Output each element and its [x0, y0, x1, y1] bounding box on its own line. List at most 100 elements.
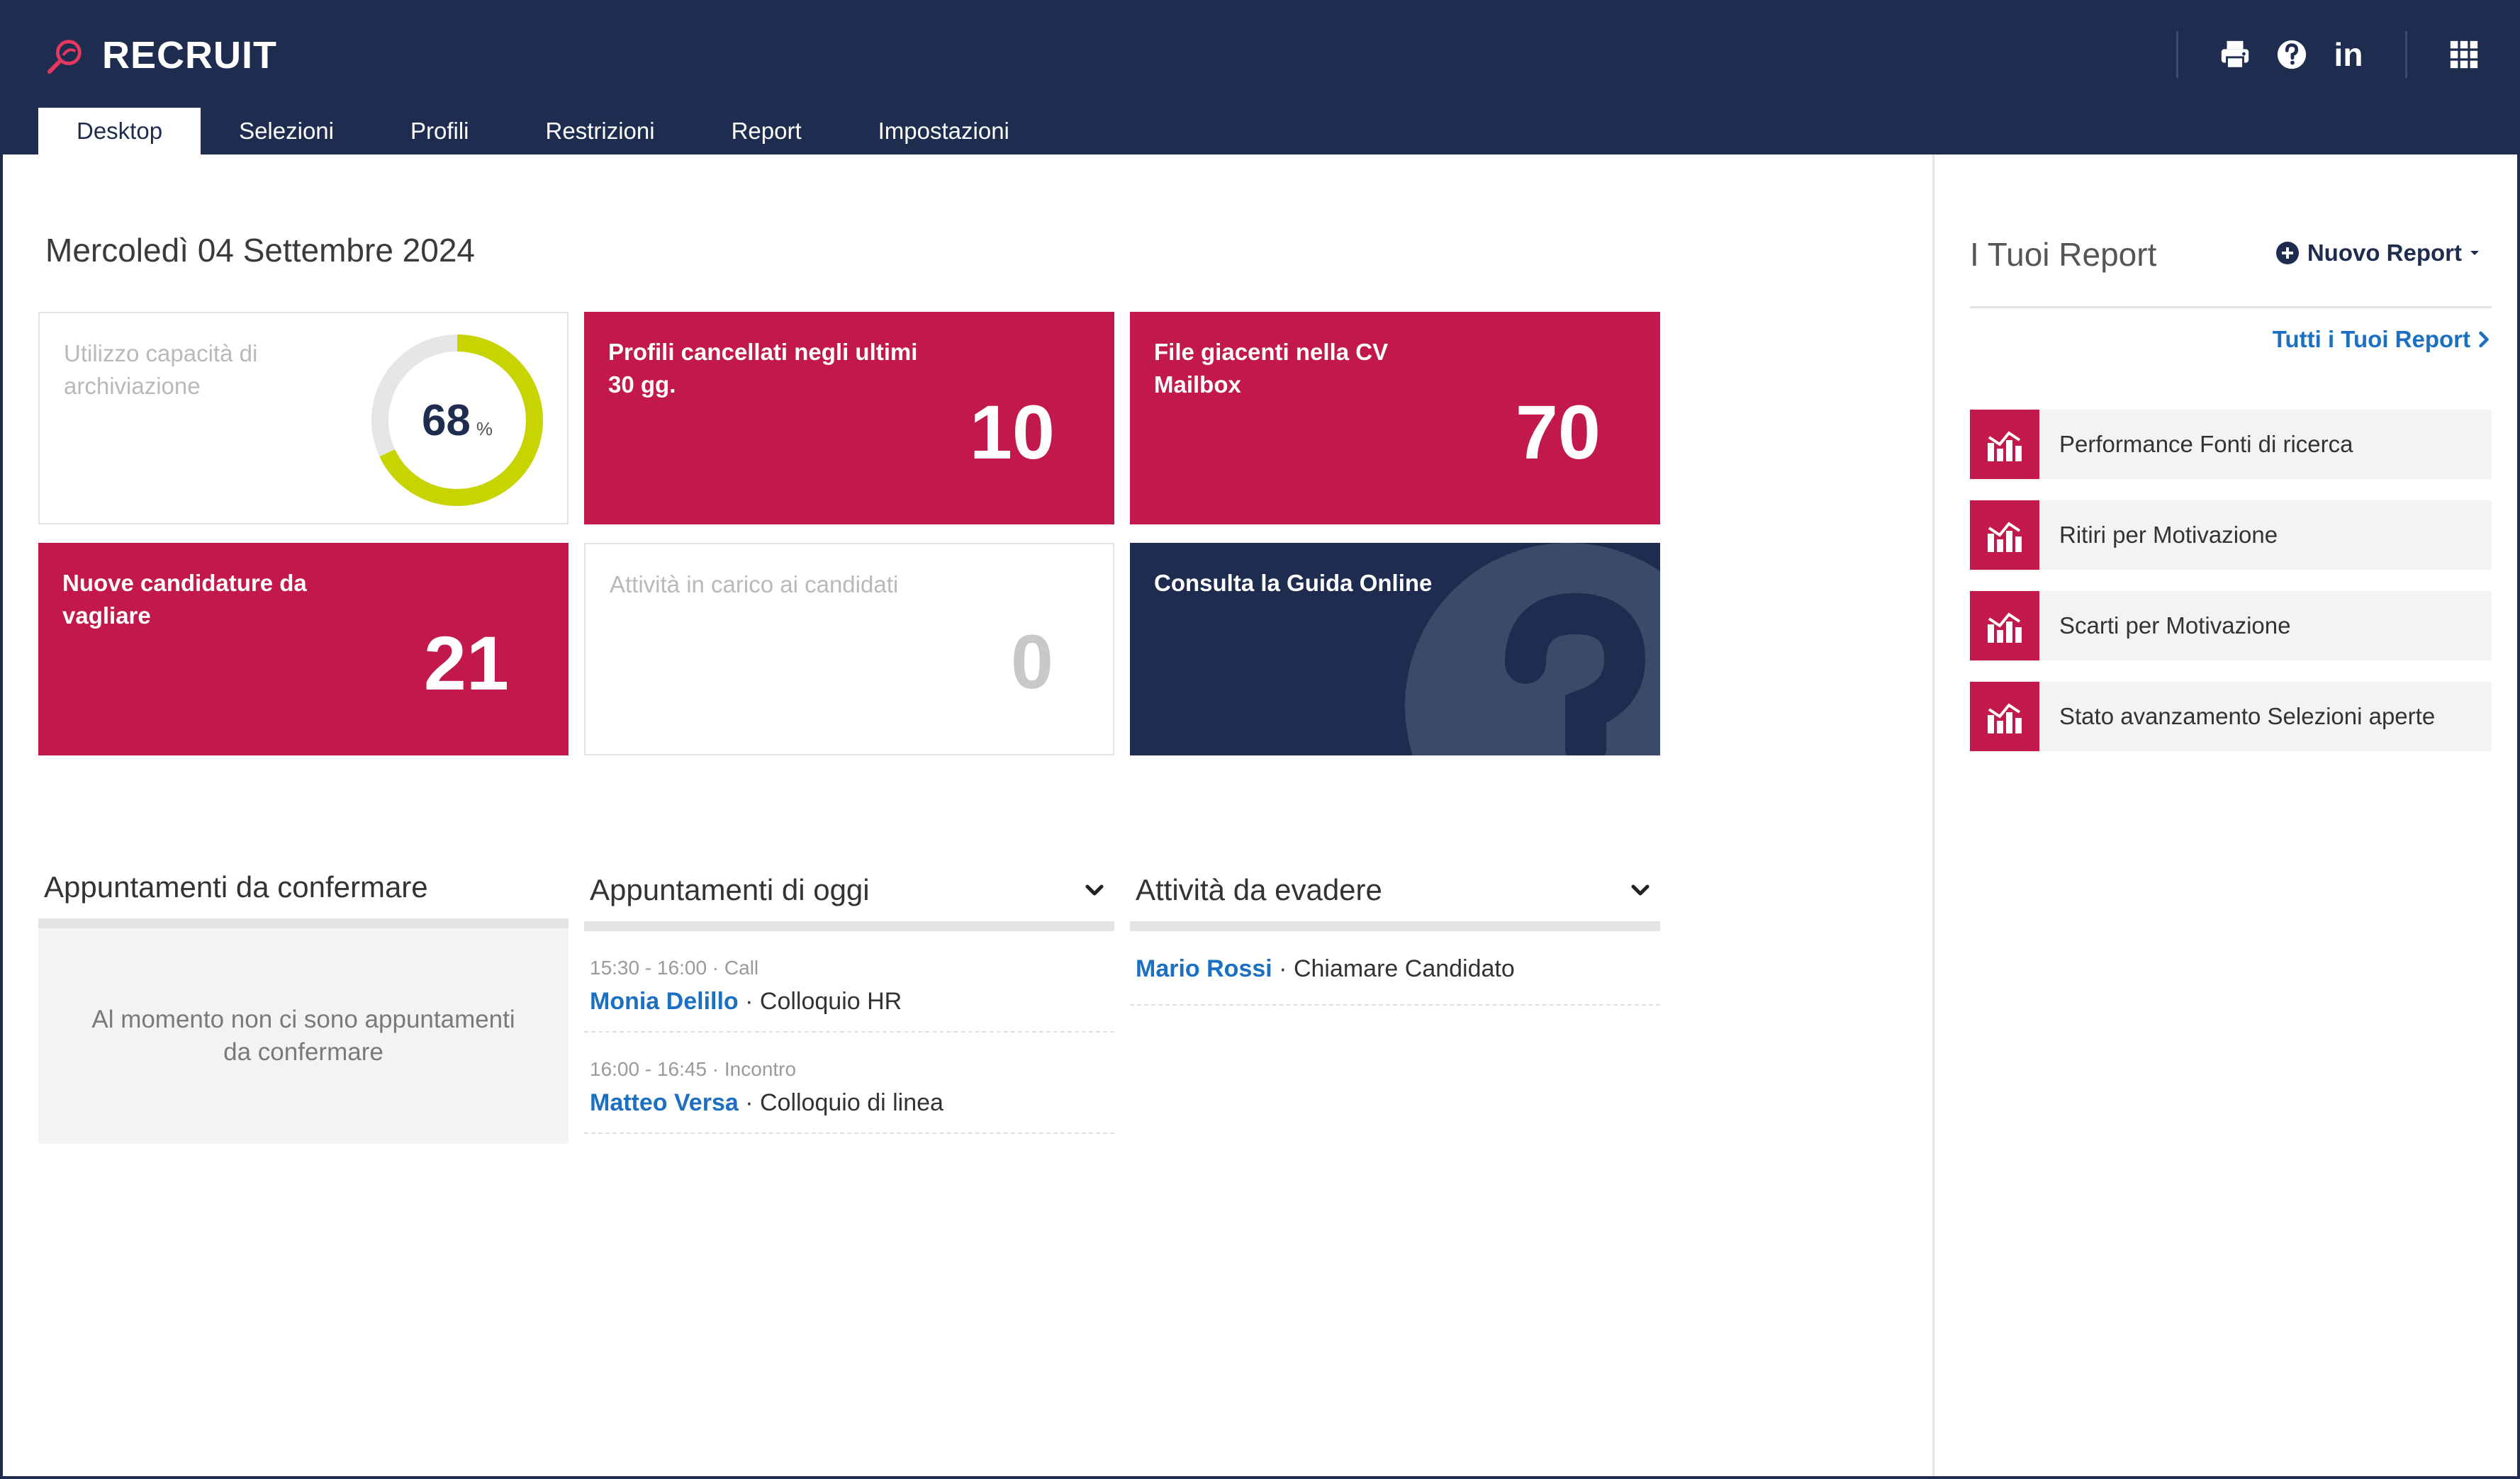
storage-value: 68 %	[369, 332, 546, 509]
report-chart-icon	[1970, 591, 2039, 660]
bar-chart-icon	[1988, 431, 2022, 461]
tile-cv-mailbox[interactable]: File giacenti nella CV Mailbox 70	[1130, 312, 1660, 524]
tile-label: Nuove candidature da vagliare	[62, 570, 307, 629]
divider	[2405, 31, 2407, 78]
bar-chart-icon	[1988, 703, 2022, 733]
tile-storage[interactable]: Utilizzo capacità di archiviazione 68 %	[38, 312, 569, 524]
report-chart-icon	[1970, 500, 2039, 570]
appointment-line: Matteo Versa · Colloquio di linea	[590, 1089, 1109, 1117]
report-item[interactable]: Scarti per Motivazione	[1970, 591, 2492, 660]
section-title-text: Appuntamenti da confermare	[44, 870, 428, 904]
separator: ·	[1272, 955, 1294, 982]
help-icon	[2277, 40, 2307, 69]
divider	[1130, 921, 1660, 931]
tile-label: File giacenti nella CV Mailbox	[1154, 339, 1389, 398]
tile-label: Consulta la Guida Online	[1154, 570, 1433, 596]
candidate-link[interactable]: Monia Delillo	[590, 988, 739, 1015]
main-tabs: Desktop Selezioni Profili Restrizioni Re…	[38, 108, 1048, 154]
list-item[interactable]: Mario Rossi · Chiamare Candidato	[1130, 931, 1660, 1006]
today-appointments: Appuntamenti di oggi 15:30 - 16:00 · Cal…	[584, 859, 1114, 1134]
report-item[interactable]: Stato avanzamento Selezioni aperte	[1970, 682, 2492, 751]
report-chart-icon	[1970, 410, 2039, 479]
tile-label: Utilizzo capacità di archiviazione	[64, 340, 258, 399]
divider	[1970, 306, 2492, 308]
divider	[2176, 31, 2178, 78]
recruit-logo-icon	[47, 40, 82, 74]
apps-grid-button[interactable]	[2439, 30, 2489, 79]
linkedin-button[interactable]: in	[2324, 30, 2373, 79]
section-header[interactable]: Attività da evadere	[1130, 859, 1660, 921]
tile-online-guide[interactable]: Consulta la Guida Online	[1130, 543, 1660, 755]
tile-candidate-tasks[interactable]: Attività in carico ai candidati 0	[584, 543, 1114, 755]
all-reports-link[interactable]: Tutti i Tuoi Report	[2273, 326, 2490, 353]
all-reports-label: Tutti i Tuoi Report	[2272, 326, 2470, 352]
report-list: Performance Fonti di ricerca Ritiri per …	[1970, 410, 2492, 772]
new-report-dropdown[interactable]: Nuovo Report	[2275, 240, 2480, 266]
report-chart-icon	[1970, 682, 2039, 751]
report-label: Ritiri per Motivazione	[2059, 522, 2278, 548]
tile-value: 70	[1515, 389, 1601, 475]
list-item[interactable]: 16:00 - 16:45 · Incontro Matteo Versa · …	[584, 1033, 1114, 1134]
bar-chart-icon	[1988, 612, 2022, 643]
separator: ·	[738, 1089, 760, 1116]
appointment-time: 15:30 - 16:00 · Call	[590, 957, 759, 979]
appointments-to-confirm: Appuntamenti da confermare Al momento no…	[38, 856, 569, 1144]
linkedin-icon: in	[2334, 36, 2363, 73]
divider	[584, 921, 1114, 931]
chevron-down-icon[interactable]	[1626, 876, 1654, 904]
appointment-desc: Colloquio HR	[759, 988, 902, 1015]
reports-sidebar: I Tuoi Report Nuovo Report Tutti i Tuoi …	[1932, 154, 2517, 1476]
bar-chart-icon	[1988, 522, 2022, 552]
app-window: RECRUIT in Desktop Selezioni Profili Res…	[0, 0, 2520, 1479]
tile-value: 0	[1010, 619, 1053, 704]
top-header: RECRUIT in Desktop Selezioni Profili Res…	[3, 3, 2517, 154]
appointment-desc: Colloquio di linea	[759, 1089, 943, 1116]
list-item[interactable]: 15:30 - 16:00 · Call Monia Delillo · Col…	[584, 931, 1114, 1033]
tile-new-applications[interactable]: Nuove candidature da vagliare 21	[38, 543, 569, 755]
chevron-down-icon[interactable]	[1080, 876, 1109, 904]
help-button[interactable]	[2267, 30, 2317, 79]
candidate-link[interactable]: Matteo Versa	[590, 1089, 739, 1116]
tab-desktop[interactable]: Desktop	[38, 108, 201, 154]
divider	[38, 918, 569, 928]
separator: ·	[738, 988, 760, 1015]
storage-unit: %	[476, 417, 493, 439]
new-report-label: Nuovo Report	[2307, 240, 2462, 266]
tab-report[interactable]: Report	[693, 108, 840, 154]
tile-label: Profili cancellati negli ultimi 30 gg.	[608, 339, 918, 398]
tab-profili[interactable]: Profili	[372, 108, 508, 154]
section-title: Appuntamenti da confermare	[38, 856, 569, 918]
tab-impostazioni[interactable]: Impostazioni	[840, 108, 1048, 154]
empty-state: Al momento non ci sono appuntamenti da c…	[38, 928, 569, 1144]
report-item[interactable]: Ritiri per Motivazione	[1970, 500, 2492, 570]
tile-deleted-profiles[interactable]: Profili cancellati negli ultimi 30 gg. 1…	[584, 312, 1114, 524]
tab-restrizioni[interactable]: Restrizioni	[508, 108, 693, 154]
print-icon	[2221, 40, 2249, 69]
dashboard-main: Mercoledì 04 Settembre 2024 Utilizzo cap…	[3, 154, 1932, 1476]
tab-selezioni[interactable]: Selezioni	[201, 108, 372, 154]
tile-label: Attività in carico ai candidati	[610, 571, 899, 597]
sidebar-title: I Tuoi Report	[1970, 236, 2157, 273]
app-name: RECRUIT	[102, 34, 277, 77]
appointment-line: Monia Delillo · Colloquio HR	[590, 988, 1109, 1016]
report-label: Stato avanzamento Selezioni aperte	[2059, 703, 2436, 729]
apps-grid-icon	[2450, 40, 2478, 69]
section-title-text: Appuntamenti di oggi	[590, 873, 870, 906]
chevron-right-icon	[2479, 331, 2489, 348]
tile-value: 21	[423, 620, 509, 706]
appointment-time: 16:00 - 16:45 · Incontro	[590, 1058, 797, 1080]
print-button[interactable]	[2210, 30, 2260, 79]
section-header[interactable]: Appuntamenti di oggi	[584, 859, 1114, 921]
caret-down-icon	[2470, 251, 2479, 255]
report-item[interactable]: Performance Fonti di ricerca	[1970, 410, 2492, 479]
storage-percent: 68	[421, 395, 471, 445]
tasks-to-do: Attività da evadere Mario Rossi · Chiama…	[1130, 859, 1660, 1006]
brand[interactable]: RECRUIT	[45, 33, 277, 78]
header-tools: in	[2148, 30, 2517, 79]
candidate-link[interactable]: Mario Rossi	[1136, 955, 1272, 982]
plus-circle-icon	[2275, 242, 2299, 264]
tile-value: 10	[969, 389, 1055, 475]
section-title-text: Attività da evadere	[1136, 873, 1382, 906]
page-title: Mercoledì 04 Settembre 2024	[45, 232, 476, 269]
task-desc: Chiamare Candidato	[1293, 955, 1515, 982]
